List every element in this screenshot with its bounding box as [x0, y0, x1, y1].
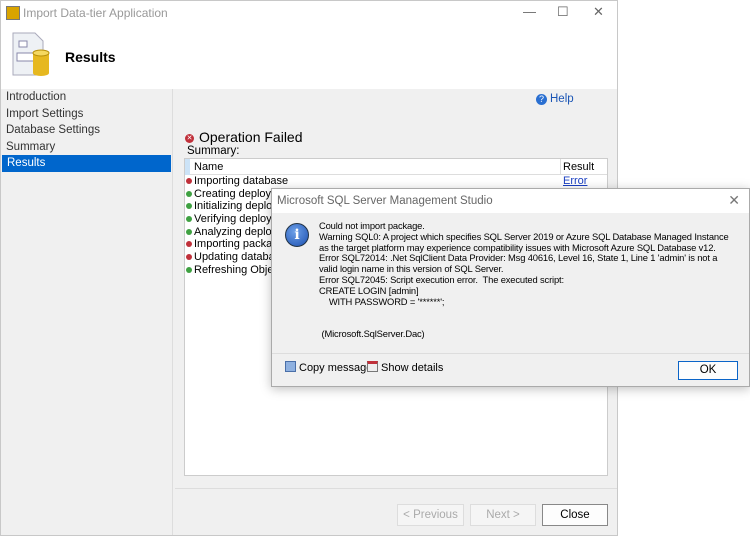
column-name[interactable]: Name: [194, 161, 223, 173]
page-title: Results: [65, 49, 116, 65]
ok-button[interactable]: OK: [678, 361, 738, 380]
copy-message-button[interactable]: Copy message: [285, 361, 372, 374]
column-divider: [560, 159, 561, 175]
row-name: Importing database: [194, 175, 289, 187]
maximize-button[interactable]: ☐: [557, 4, 569, 20]
success-status-icon: [186, 228, 192, 235]
dialog-close-button[interactable]: ✕: [728, 192, 740, 209]
dialog-title: Microsoft SQL Server Management Studio: [277, 195, 493, 207]
error-status-icon: [186, 241, 192, 248]
success-status-icon: [186, 216, 192, 223]
success-status-icon: [186, 190, 192, 197]
details-icon: [367, 361, 378, 372]
summary-label: Summary:: [187, 145, 240, 157]
title-bar: Import Data-tier Application — ☐ ✕: [1, 1, 617, 25]
header-marker: [185, 159, 190, 175]
show-details-button[interactable]: Show details: [367, 361, 443, 374]
error-status-icon: [186, 254, 192, 261]
nav-item-import-settings[interactable]: Import Settings: [1, 106, 172, 123]
wizard-header: Results: [1, 25, 617, 89]
dialog-title-bar: Microsoft SQL Server Management Studio ✕: [272, 189, 749, 213]
details-label: Show details: [381, 362, 444, 374]
close-window-button[interactable]: ✕: [593, 4, 604, 20]
help-label: Help: [550, 93, 574, 105]
copy-icon: [285, 361, 296, 372]
table-header: Name Result: [185, 159, 607, 175]
nav-item-introduction[interactable]: Introduction: [1, 89, 172, 106]
table-row[interactable]: Importing database Error: [185, 175, 607, 188]
previous-button[interactable]: < Previous: [397, 504, 464, 526]
error-dialog: Microsoft SQL Server Management Studio ✕ …: [271, 188, 750, 387]
nav-item-summary[interactable]: Summary: [1, 139, 172, 156]
error-icon: ✕: [185, 133, 194, 143]
info-icon: i: [285, 223, 309, 247]
next-button[interactable]: Next >: [470, 504, 536, 526]
dialog-message: Could not import package. Warning SQL0: …: [319, 220, 729, 339]
minimize-button[interactable]: —: [523, 4, 536, 19]
nav-item-results[interactable]: Results: [2, 155, 171, 172]
status-text: Operation Failed: [199, 129, 303, 145]
success-status-icon: [186, 203, 192, 210]
window-title: Import Data-tier Application: [23, 6, 168, 20]
error-status-icon: [186, 178, 192, 184]
row-result-link[interactable]: Error: [563, 175, 587, 188]
close-button[interactable]: Close: [542, 504, 608, 526]
success-status-icon: [186, 266, 192, 273]
nav-item-database-settings[interactable]: Database Settings: [1, 122, 172, 139]
operation-status: ✕ Operation Failed: [185, 129, 303, 145]
dialog-divider: [272, 353, 749, 354]
copy-label: Copy message: [299, 362, 373, 374]
wizard-nav: Introduction Import Settings Database Se…: [1, 89, 173, 535]
database-icon: [12, 32, 50, 76]
column-result[interactable]: Result: [563, 161, 594, 173]
help-icon: ?: [536, 94, 547, 105]
help-link[interactable]: ? Help: [536, 93, 574, 105]
app-icon: [6, 6, 20, 20]
footer-divider: [175, 488, 617, 489]
